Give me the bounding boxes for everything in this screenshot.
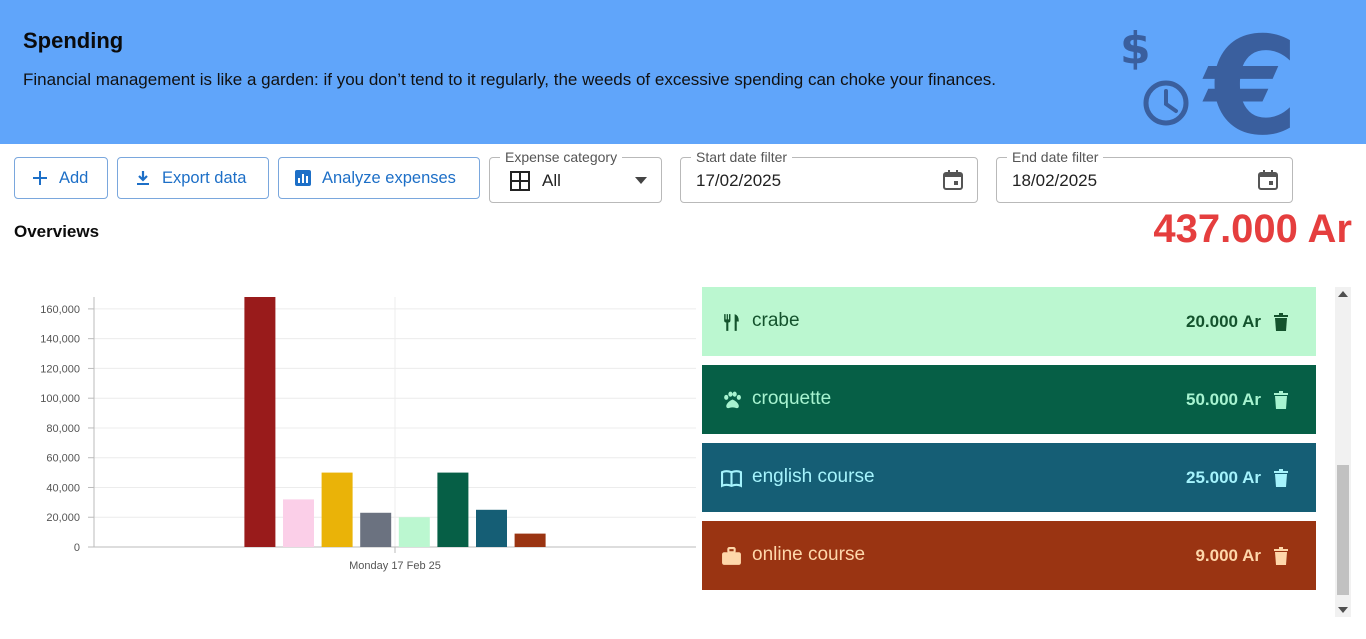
expense-item[interactable]: crabe 20.000 Ar <box>702 287 1316 356</box>
end-date-field[interactable]: End date filter 18/02/2025 <box>996 149 1293 203</box>
export-data-button[interactable]: Export data <box>117 157 269 199</box>
delete-icon[interactable] <box>1271 468 1291 488</box>
delete-icon[interactable] <box>1271 312 1291 332</box>
bar-5[interactable] <box>398 517 430 547</box>
end-date-value: 18/02/2025 <box>1012 171 1098 190</box>
plus-icon <box>29 167 51 189</box>
svg-text:$: $ <box>1120 23 1151 74</box>
y-tick-label: 120,000 <box>40 363 80 375</box>
expense-name: online course <box>752 544 866 565</box>
expense-name: english course <box>752 466 875 487</box>
add-button-label: Add <box>59 168 89 187</box>
bar-4[interactable] <box>360 512 392 547</box>
y-tick-label: 60,000 <box>46 453 80 465</box>
x-tick-label: Monday 17 Feb 25 <box>349 560 441 572</box>
expense-item[interactable]: english course 25.000 Ar <box>702 443 1316 512</box>
expense-item[interactable]: croquette 50.000 Ar <box>702 365 1316 434</box>
briefcase-icon <box>721 546 742 567</box>
overviews-title: Overviews <box>14 222 100 241</box>
y-tick-label: 0 <box>74 542 80 554</box>
bar-2[interactable] <box>283 499 314 547</box>
expense-name: croquette <box>752 388 832 409</box>
scroll-down-arrow-icon[interactable] <box>1338 607 1348 613</box>
delete-icon[interactable] <box>1271 390 1291 410</box>
bar-1[interactable] <box>244 297 276 547</box>
start-date-field[interactable]: Start date filter 17/02/2025 <box>680 149 978 203</box>
total-amount: 437.000 Ar <box>1153 207 1352 251</box>
chevron-down-icon[interactable] <box>635 177 647 185</box>
spending-bar-chart: 0 20,000 40,000 60,000 80,000 100,000 120,000 1… <box>40 297 696 572</box>
bar-6[interactable] <box>437 472 469 547</box>
bar-3[interactable] <box>321 472 353 547</box>
expense-list-scrollbar[interactable] <box>1335 287 1351 617</box>
y-tick-label: 100,000 <box>40 393 80 405</box>
bar-8[interactable] <box>514 533 546 547</box>
grid-icon <box>510 171 530 191</box>
export-data-button-label: Export data <box>162 168 247 187</box>
expense-category-select[interactable]: Expense category All <box>489 149 662 203</box>
bar-7[interactable] <box>476 509 507 547</box>
expense-amount: 50.000 Ar <box>1186 390 1261 409</box>
page-title: Spending <box>23 28 124 53</box>
expense-amount: 25.000 Ar <box>1186 468 1261 487</box>
expense-list: crabe 20.000 Ar croquette 50.000 Ar english … <box>702 287 1316 617</box>
expense-item[interactable]: online course 9.000 Ar <box>702 521 1316 590</box>
book-icon <box>721 468 742 489</box>
svg-text:€: € <box>1202 15 1299 145</box>
calendar-icon[interactable] <box>941 168 965 192</box>
y-tick-label: 40,000 <box>46 482 80 494</box>
scroll-up-arrow-icon[interactable] <box>1338 291 1348 297</box>
analyze-expenses-button[interactable]: Analyze expenses <box>278 157 480 199</box>
download-icon <box>132 167 154 189</box>
expense-amount: 9.000 Ar <box>1195 546 1261 565</box>
calendar-icon[interactable] <box>1256 168 1280 192</box>
bar-chart-icon <box>292 167 314 189</box>
y-tick-label: 140,000 <box>40 334 80 346</box>
add-button[interactable]: Add <box>14 157 108 199</box>
delete-icon[interactable] <box>1271 546 1291 566</box>
page-header: Spending Financial management is like a … <box>0 0 1366 145</box>
finance-illustration-icon: $ € <box>1120 15 1299 145</box>
end-date-label: End date filter <box>1007 149 1104 165</box>
expense-category-value: All <box>542 171 561 190</box>
utensils-icon <box>721 312 742 333</box>
scrollbar-thumb[interactable] <box>1337 465 1349 595</box>
paw-icon <box>721 390 742 411</box>
header-quote: Financial management is like a garden: i… <box>23 70 997 89</box>
expense-category-label: Expense category <box>500 149 623 165</box>
expense-amount: 20.000 Ar <box>1186 312 1261 331</box>
start-date-value: 17/02/2025 <box>696 171 782 190</box>
y-tick-label: 20,000 <box>46 512 80 524</box>
y-tick-label: 160,000 <box>40 304 80 316</box>
analyze-expenses-button-label: Analyze expenses <box>322 168 456 187</box>
expense-name: crabe <box>752 310 800 331</box>
start-date-label: Start date filter <box>691 149 793 165</box>
y-tick-label: 80,000 <box>46 423 80 435</box>
